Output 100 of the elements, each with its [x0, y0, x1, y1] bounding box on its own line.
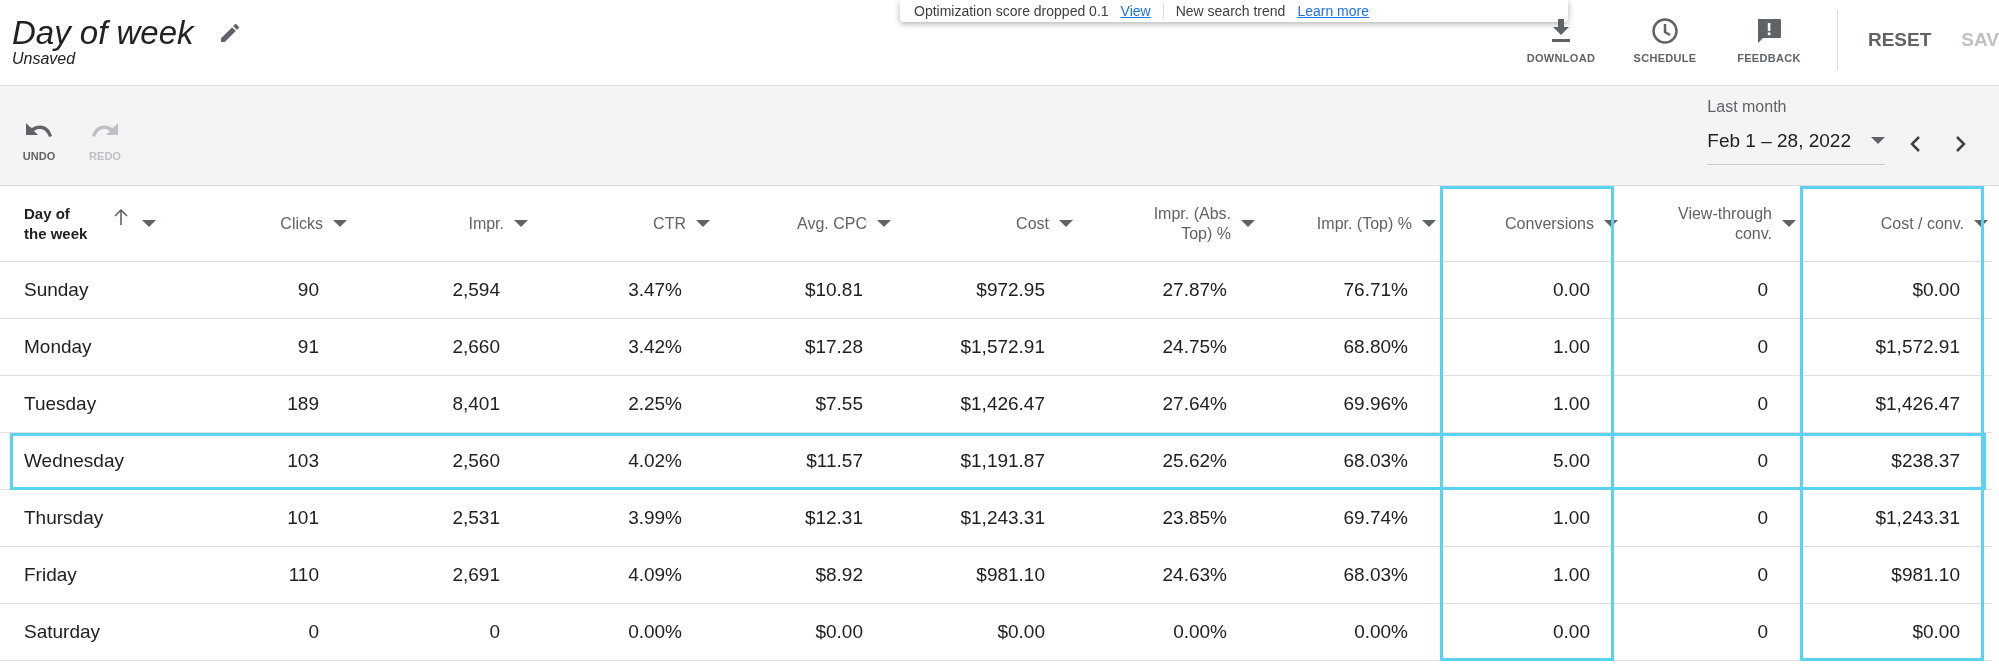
table-cell: 4.02%	[532, 433, 714, 490]
notification-link[interactable]: View	[1120, 3, 1151, 19]
dropdown-caret-icon[interactable]	[696, 219, 710, 228]
table-cell: 27.87%	[1077, 262, 1259, 319]
dropdown-caret-icon[interactable]	[877, 219, 891, 228]
table-cell: 2.25%	[532, 376, 714, 433]
table-cell: 1.00	[1440, 547, 1622, 604]
table-cell: 1.00	[1440, 319, 1622, 376]
dropdown-caret-icon[interactable]	[514, 219, 528, 228]
table-cell: Wednesday	[0, 433, 200, 490]
table-cell: 90	[200, 262, 351, 319]
column-header[interactable]: Clicks	[280, 213, 323, 234]
table-cell: $0.00	[1800, 262, 1992, 319]
notification-link[interactable]: Learn more	[1297, 3, 1369, 19]
column-header[interactable]: Cost / conv.	[1880, 213, 1964, 234]
table-cell: 0	[1622, 604, 1800, 661]
table-cell: 23.85%	[1077, 490, 1259, 547]
dropdown-caret-icon[interactable]	[1422, 219, 1436, 228]
table-cell: $0.00	[714, 604, 895, 661]
reset-button[interactable]: RESET	[1859, 19, 1940, 61]
table-cell: 24.75%	[1077, 319, 1259, 376]
table-cell: $7.55	[714, 376, 895, 433]
dropdown-caret-icon[interactable]	[1974, 219, 1988, 228]
column-header[interactable]: View-through conv.	[1672, 203, 1772, 244]
table-cell: 0	[351, 604, 532, 661]
date-range-label: Last month	[1707, 98, 1788, 116]
table-cell: 0	[1622, 433, 1800, 490]
dropdown-caret-icon[interactable]	[1241, 219, 1255, 228]
table-cell: Saturday	[0, 604, 200, 661]
notification-text: Optimization score dropped 0.1	[914, 3, 1109, 19]
table-cell: 68.03%	[1259, 547, 1440, 604]
column-header[interactable]: Avg. CPC	[797, 213, 867, 234]
download-icon	[1549, 19, 1572, 43]
table-cell: 25.62%	[1077, 433, 1259, 490]
undo-button[interactable]: UNDO	[14, 117, 64, 166]
table-cell: 91	[200, 319, 351, 376]
column-header[interactable]: Conversions	[1505, 213, 1594, 234]
table-cell: 3.47%	[532, 262, 714, 319]
table-cell: 69.74%	[1259, 490, 1440, 547]
table-cell: 0	[200, 604, 351, 661]
table-cell: $1,426.47	[1800, 376, 1992, 433]
table-cell: 0	[1622, 319, 1800, 376]
table-cell: $981.10	[895, 547, 1077, 604]
dropdown-caret-icon[interactable]	[1604, 219, 1618, 228]
table-cell: 1.00	[1440, 490, 1622, 547]
feedback-button[interactable]: FEEDBACK	[1716, 12, 1821, 68]
table-cell: 0	[1622, 490, 1800, 547]
table-cell: 0.00	[1440, 262, 1622, 319]
column-header[interactable]: Cost	[1016, 213, 1049, 234]
column-header[interactable]: Day of the week	[24, 203, 94, 244]
table-cell: 5.00	[1440, 433, 1622, 490]
table-cell: Tuesday	[0, 376, 200, 433]
table-cell: 0.00	[1440, 604, 1622, 661]
table-cell: 101	[200, 490, 351, 547]
table-cell: $0.00	[1800, 604, 1992, 661]
table-cell: $10.81	[714, 262, 895, 319]
table-cell: 0	[1622, 376, 1800, 433]
table-cell: 68.80%	[1259, 319, 1440, 376]
table-cell: 0.00%	[1259, 604, 1440, 661]
column-header[interactable]: Impr.	[468, 213, 504, 234]
redo-icon	[90, 121, 120, 140]
chevron-right-icon	[1955, 134, 1967, 153]
dropdown-caret-icon[interactable]	[142, 219, 156, 228]
table-cell: 0.00%	[532, 604, 714, 661]
table-cell: Friday	[0, 547, 200, 604]
dropdown-caret-icon	[1871, 137, 1885, 145]
table-cell: 27.64%	[1077, 376, 1259, 433]
column-header[interactable]: Impr. (Top) %	[1316, 213, 1412, 234]
notification-text: New search trend	[1175, 3, 1286, 19]
table-cell: $17.28	[714, 319, 895, 376]
table-cell: 110	[200, 547, 351, 604]
table-cell: $981.10	[1800, 547, 1992, 604]
clock-icon	[1650, 17, 1679, 45]
table-cell: 8,401	[351, 376, 532, 433]
table-cell: 2,594	[351, 262, 532, 319]
table-cell: 2,660	[351, 319, 532, 376]
dropdown-caret-icon[interactable]	[333, 219, 347, 228]
schedule-button[interactable]: SCHEDULE	[1612, 12, 1717, 68]
dropdown-caret-icon[interactable]	[1059, 219, 1073, 228]
column-header[interactable]: CTR	[653, 213, 686, 234]
table-cell: 0.00%	[1077, 604, 1259, 661]
table-cell: 76.71%	[1259, 262, 1440, 319]
undo-icon	[24, 121, 54, 140]
table-cell: 0	[1622, 262, 1800, 319]
table-cell: 69.96%	[1259, 376, 1440, 433]
table-cell: Sunday	[0, 262, 200, 319]
table-cell: Thursday	[0, 490, 200, 547]
table-cell: 1.00	[1440, 376, 1622, 433]
table-cell: $8.92	[714, 547, 895, 604]
download-button[interactable]: DOWNLOAD	[1508, 12, 1613, 68]
date-range-dropdown[interactable]: Feb 1 – 28, 2022	[1707, 122, 1885, 165]
dropdown-caret-icon[interactable]	[1782, 219, 1796, 228]
table-cell: 0	[1622, 547, 1800, 604]
chevron-left-icon	[1909, 134, 1921, 153]
table-cell: $0.00	[895, 604, 1077, 661]
table-cell: $1,243.31	[1800, 490, 1992, 547]
column-header[interactable]: Impr. (Abs. Top) %	[1131, 203, 1231, 244]
table-cell: 4.09%	[532, 547, 714, 604]
table-cell: $972.95	[895, 262, 1077, 319]
table-cell: 189	[200, 376, 351, 433]
